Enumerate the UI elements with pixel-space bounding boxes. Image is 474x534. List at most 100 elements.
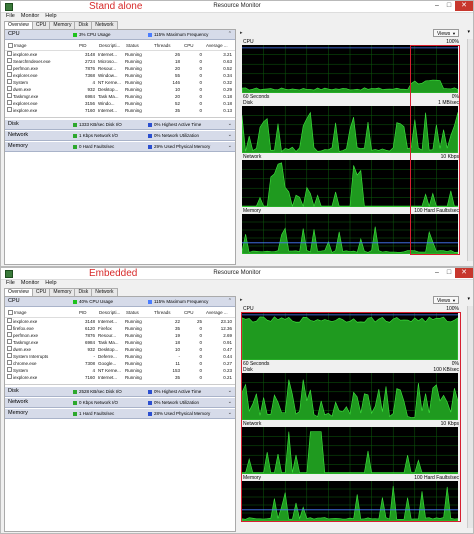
- row-checkbox[interactable]: [7, 58, 12, 63]
- chevron-down-icon[interactable]: ▾: [467, 296, 470, 302]
- minimize-icon[interactable]: –: [431, 1, 443, 11]
- table-row[interactable]: perfmon.exe 7876 Resour... Running 19 0 2.69: [5, 332, 235, 339]
- table-row[interactable]: Taskmgr.exe 6984 Task Ma... Running 18 0 0.91: [5, 339, 235, 346]
- tab-disk[interactable]: Disk: [74, 288, 93, 296]
- chevron-down-icon[interactable]: ⌄: [228, 121, 232, 127]
- table-row[interactable]: System 4 NT Kerne... Running 146 0 0.32: [5, 79, 235, 86]
- column-header-status[interactable]: Status: [125, 41, 153, 51]
- select-all-checkbox[interactable]: [8, 309, 13, 315]
- row-checkbox[interactable]: [7, 346, 12, 351]
- row-checkbox[interactable]: [7, 360, 12, 365]
- close-icon[interactable]: ✕: [455, 268, 473, 278]
- row-checkbox[interactable]: [7, 107, 12, 112]
- tab-disk[interactable]: Disk: [74, 21, 93, 29]
- table-row[interactable]: SearchIndexer.exe 2724 Microso... Running 18…: [5, 58, 235, 65]
- column-header-status[interactable]: Status: [125, 308, 153, 318]
- column-header-image[interactable]: Image: [13, 308, 78, 318]
- graphs-scrollbar[interactable]: [467, 306, 473, 528]
- table-row[interactable]: chrome.exe 7308 Google... Running 11 0 0.27: [5, 360, 235, 367]
- minimize-icon[interactable]: –: [431, 268, 443, 278]
- row-checkbox[interactable]: [7, 367, 12, 372]
- close-icon[interactable]: ✕: [455, 1, 473, 11]
- maximize-icon[interactable]: □: [443, 1, 455, 11]
- column-header-cpu[interactable]: CPU: [183, 41, 205, 51]
- chevron-down-icon[interactable]: ⌄: [228, 399, 232, 405]
- row-checkbox[interactable]: [7, 86, 12, 91]
- column-header-description[interactable]: Descripti...: [98, 308, 125, 318]
- table-row[interactable]: explorer.exe 7368 Window... Running 55 0 0.34: [5, 72, 235, 79]
- row-checkbox[interactable]: [7, 72, 12, 77]
- menu-help[interactable]: Help: [43, 12, 58, 20]
- row-checkbox[interactable]: [7, 318, 12, 323]
- table-row[interactable]: dwm.exe 932 Desktop... Running 10 0 0.29: [5, 86, 235, 93]
- cell-image: firefox.exe: [13, 325, 34, 331]
- table-row[interactable]: dwm.exe 932 Desktop... Running 10 0 0.47: [5, 346, 235, 353]
- row-checkbox[interactable]: [7, 325, 12, 330]
- chevron-up-icon[interactable]: ⌃: [228, 298, 232, 304]
- table-row[interactable]: firefox.exe 6120 Firefox Running 35 0 12.36: [5, 325, 235, 332]
- cell-average: 0.21: [223, 374, 232, 380]
- row-checkbox[interactable]: [7, 374, 12, 379]
- collapse-graphs-icon[interactable]: ▸: [240, 30, 243, 36]
- table-row[interactable]: iexplore.exe 3148 Internet... Running 22 25 23…: [5, 318, 235, 326]
- select-all-checkbox[interactable]: [8, 42, 13, 48]
- column-header-pid[interactable]: PID: [78, 41, 98, 51]
- column-header-image[interactable]: Image: [13, 41, 78, 51]
- table-row[interactable]: explorer.exe 3156 Windo... Running 52 0 0.18: [5, 100, 235, 107]
- menu-monitor[interactable]: Monitor: [19, 279, 41, 287]
- table-row[interactable]: System 4 NT Kerne... Running 153 0 0.23: [5, 367, 235, 374]
- tab-network[interactable]: Network: [91, 21, 118, 29]
- tab-overview[interactable]: Overview: [4, 21, 33, 29]
- table-row[interactable]: perfmon.exe 7876 Resour... Running 20 0 0.52: [5, 65, 235, 72]
- views-button[interactable]: Views ▼: [433, 296, 459, 304]
- collapse-graphs-icon[interactable]: ▸: [240, 297, 243, 303]
- tab-cpu[interactable]: CPU: [31, 21, 51, 29]
- tab-cpu[interactable]: CPU: [31, 288, 51, 296]
- chevron-up-icon[interactable]: ⌃: [228, 31, 232, 37]
- graphs-scrollbar[interactable]: [467, 39, 473, 261]
- row-checkbox[interactable]: [7, 79, 12, 84]
- tab-network[interactable]: Network: [91, 288, 118, 296]
- network-section-header[interactable]: Network 1 Kbps Network I/O 0% Network Ut…: [5, 131, 235, 141]
- table-row[interactable]: System Interrupts - Deferre... Running -0 0.4…: [5, 353, 235, 360]
- row-checkbox[interactable]: [7, 93, 12, 98]
- network-section-header[interactable]: Network 0 Kbps Network I/O 0% Network Ut…: [5, 398, 235, 408]
- disk-section-header[interactable]: Disk 2528 KB/sec Disk I/O 0% Highest Act…: [5, 387, 235, 397]
- row-checkbox[interactable]: [7, 339, 12, 344]
- menu-file[interactable]: File: [4, 279, 17, 287]
- tab-memory[interactable]: Memory: [49, 288, 76, 296]
- chevron-down-icon[interactable]: ⌄: [228, 410, 232, 416]
- table-row[interactable]: iexplore.exe 3148 Internet... Running 26 0 3.2…: [5, 51, 235, 59]
- tab-overview[interactable]: Overview: [4, 288, 33, 296]
- table-row[interactable]: iexplore.exe 7160 Internet... Running 35 0 0.2…: [5, 374, 235, 381]
- maximize-icon[interactable]: □: [443, 268, 455, 278]
- column-header-threads[interactable]: Threads: [153, 41, 183, 51]
- table-row[interactable]: iexplore.exe 7160 Internet... Running 35 0 0.1…: [5, 107, 235, 114]
- column-header-description[interactable]: Descripti...: [98, 41, 125, 51]
- column-header-cpu[interactable]: CPU: [183, 308, 205, 318]
- cpu-section-header[interactable]: CPU 3% CPU Usage 115% Maximum Frequency …: [5, 30, 235, 40]
- menu-monitor[interactable]: Monitor: [19, 12, 41, 20]
- views-button[interactable]: Views ▼: [433, 29, 459, 37]
- row-checkbox[interactable]: [7, 100, 12, 105]
- row-checkbox[interactable]: [7, 65, 12, 70]
- row-checkbox[interactable]: [7, 332, 12, 337]
- chevron-down-icon[interactable]: ▾: [467, 29, 470, 35]
- cpu-section-header[interactable]: CPU 40% CPU Usage 115% Maximum Frequency…: [5, 297, 235, 307]
- row-checkbox[interactable]: [7, 51, 12, 56]
- tab-memory[interactable]: Memory: [49, 21, 76, 29]
- menu-help[interactable]: Help: [43, 279, 58, 287]
- column-header-average[interactable]: Average ...: [205, 308, 235, 318]
- column-header-threads[interactable]: Threads: [153, 308, 183, 318]
- chevron-down-icon[interactable]: ⌄: [228, 143, 232, 149]
- memory-section-header[interactable]: Memory 0 Hard Faults/sec 29% Used Physic…: [5, 142, 235, 152]
- column-header-pid[interactable]: PID: [78, 308, 98, 318]
- menu-file[interactable]: File: [4, 12, 17, 20]
- column-header-average[interactable]: Average ...: [205, 41, 235, 51]
- table-row[interactable]: Taskmgr.exe 6984 Task Ma... Running 20 0 0.18: [5, 93, 235, 100]
- chevron-down-icon[interactable]: ⌄: [228, 388, 232, 394]
- chevron-down-icon[interactable]: ⌄: [228, 132, 232, 138]
- memory-section-header[interactable]: Memory 1 Hard Faults/sec 28% Used Physic…: [5, 409, 235, 419]
- disk-section-header[interactable]: Disk 1333 KB/sec Disk I/O 0% Highest Act…: [5, 120, 235, 130]
- row-checkbox[interactable]: [7, 353, 12, 358]
